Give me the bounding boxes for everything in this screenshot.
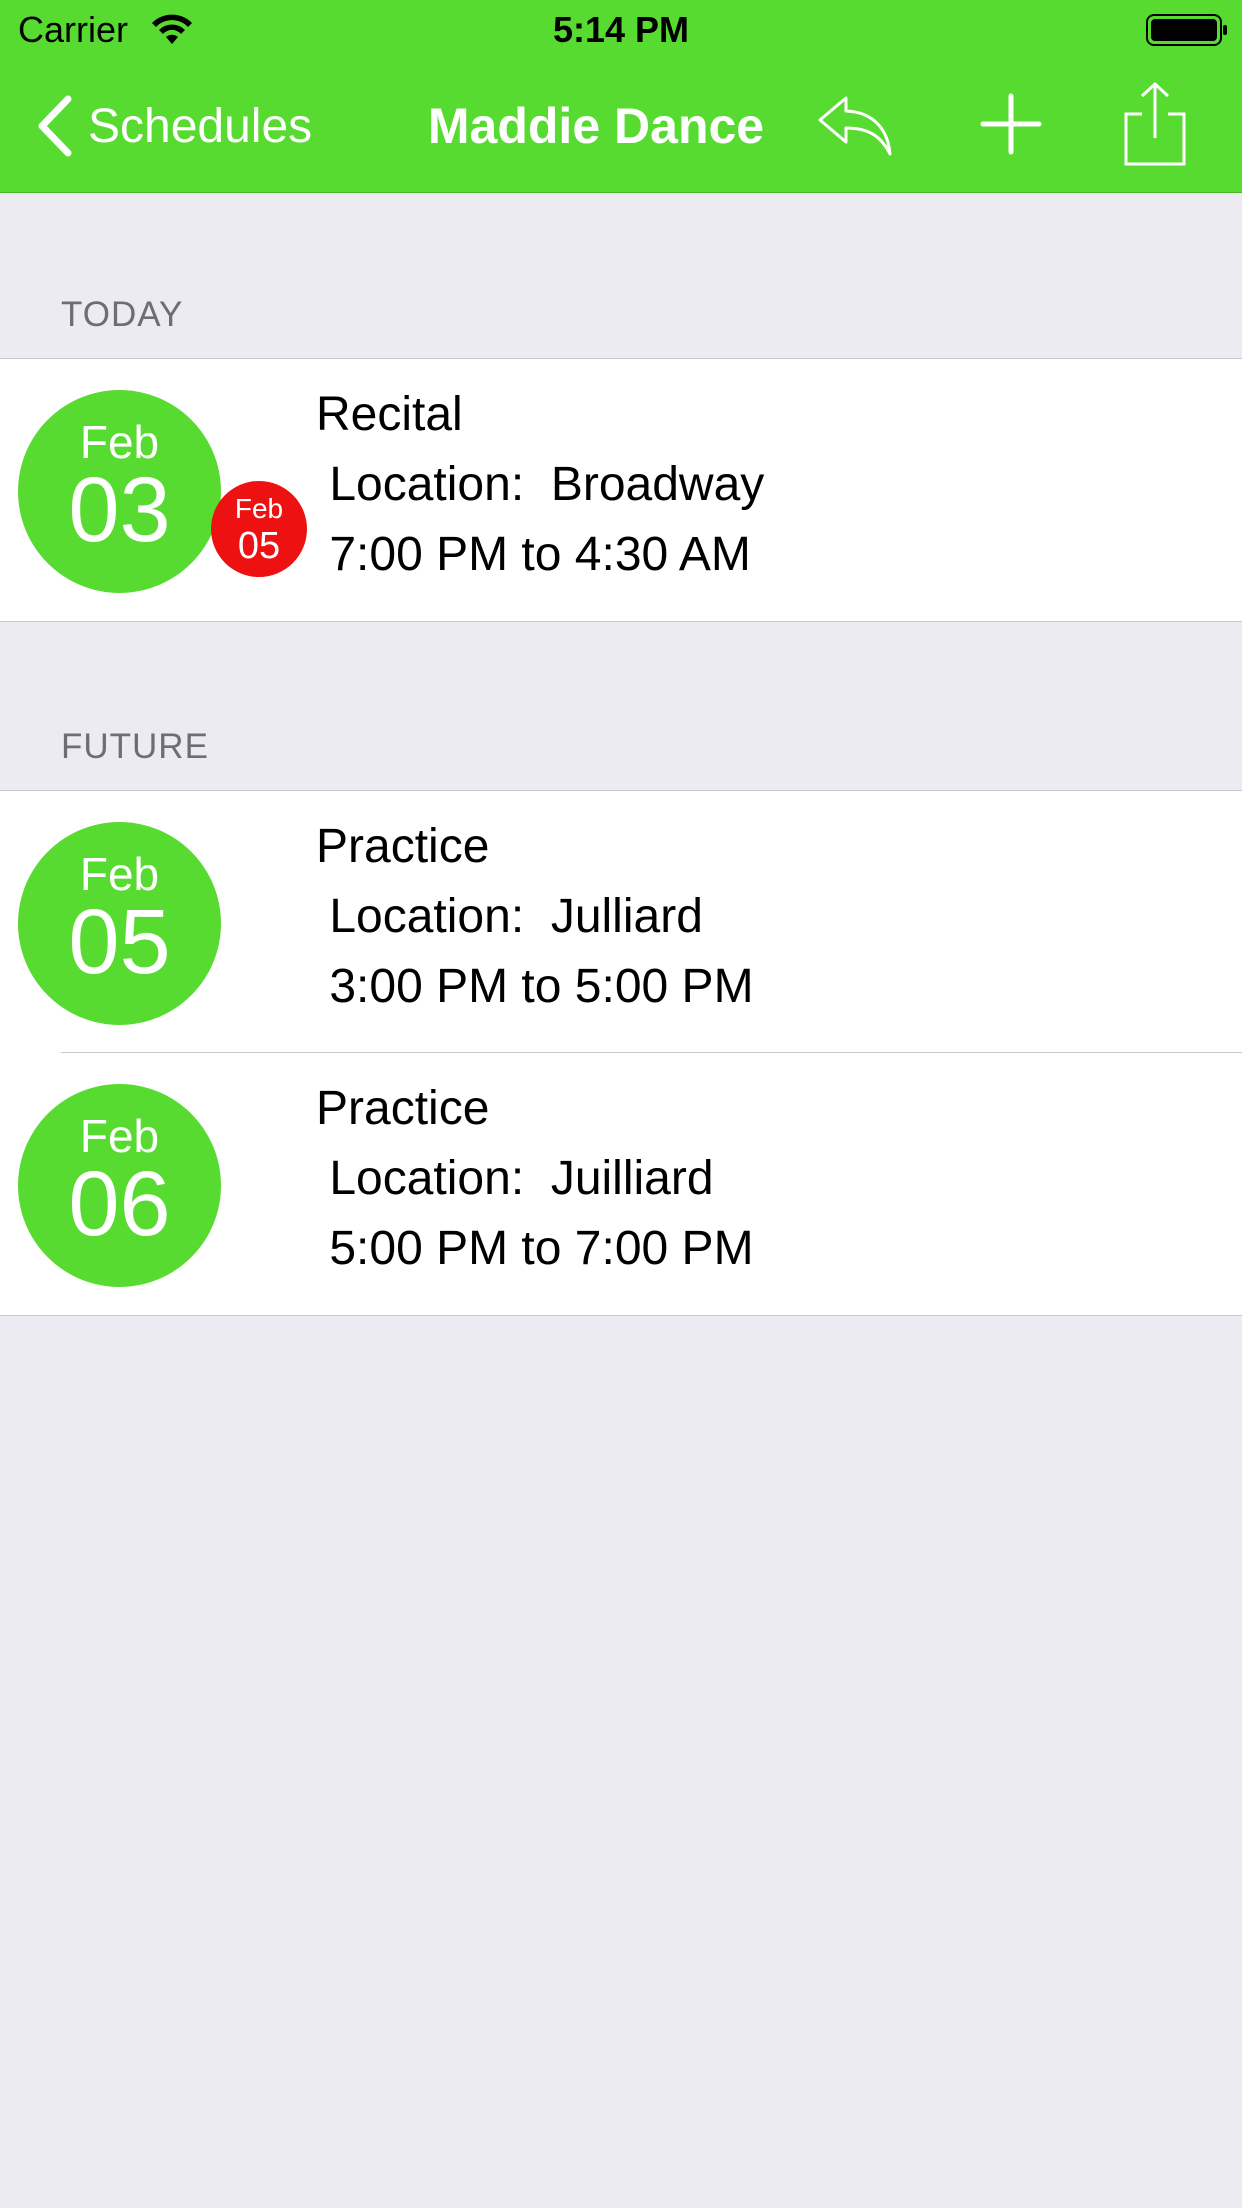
list-item[interactable]: Feb 06 Practice Location: Juilliard 5:00…	[0, 1053, 1242, 1315]
event-location: Location: Juilliard	[316, 1152, 714, 1205]
event-title: Practice	[316, 820, 490, 873]
today-event-list: Feb 03 Feb 05 Recital Location: Broadway…	[0, 358, 1242, 622]
list-item[interactable]: Feb 05 Practice Location: Julliard 3:00 …	[0, 791, 1242, 1053]
end-date-badge: Feb 05	[211, 481, 307, 577]
reply-icon[interactable]	[816, 84, 896, 164]
start-day: 05	[68, 891, 171, 993]
event-time: 5:00 PM to 7:00 PM	[316, 1222, 754, 1275]
event-title: Recital	[316, 388, 463, 441]
event-location: Location: Broadway	[316, 458, 765, 511]
future-event-list: Feb 05 Practice Location: Julliard 3:00 …	[0, 790, 1242, 1316]
start-day: 03	[68, 459, 171, 561]
chevron-left-icon	[38, 95, 72, 157]
event-time: 7:00 PM to 4:30 AM	[316, 528, 751, 581]
status-time: 5:14 PM	[552, 9, 690, 50]
end-day: 05	[237, 525, 281, 567]
section-header-today: TODAY	[61, 295, 184, 334]
start-date-badge: Feb 06	[18, 1084, 221, 1287]
event-location: Location: Julliard	[316, 890, 703, 943]
start-day: 06	[68, 1153, 171, 1255]
end-month: Feb	[234, 493, 284, 524]
section-header-future: FUTURE	[61, 727, 209, 766]
back-button-label: Schedules	[88, 99, 313, 153]
share-icon[interactable]	[1120, 80, 1190, 170]
navigation-bar: Carrier 5:14 PM Schedules Maddie Dance	[0, 0, 1242, 193]
event-time: 3:00 PM to 5:00 PM	[316, 960, 754, 1013]
event-title: Practice	[316, 1082, 490, 1135]
battery-icon	[1146, 14, 1227, 46]
list-item[interactable]: Feb 03 Feb 05 Recital Location: Broadway…	[0, 359, 1242, 621]
add-icon[interactable]	[976, 84, 1046, 164]
start-date-badge: Feb 05	[18, 822, 221, 1025]
page-title: Maddie Dance	[427, 98, 765, 154]
start-date-badge: Feb 03	[18, 390, 221, 593]
back-button[interactable]: Schedules	[36, 94, 312, 158]
